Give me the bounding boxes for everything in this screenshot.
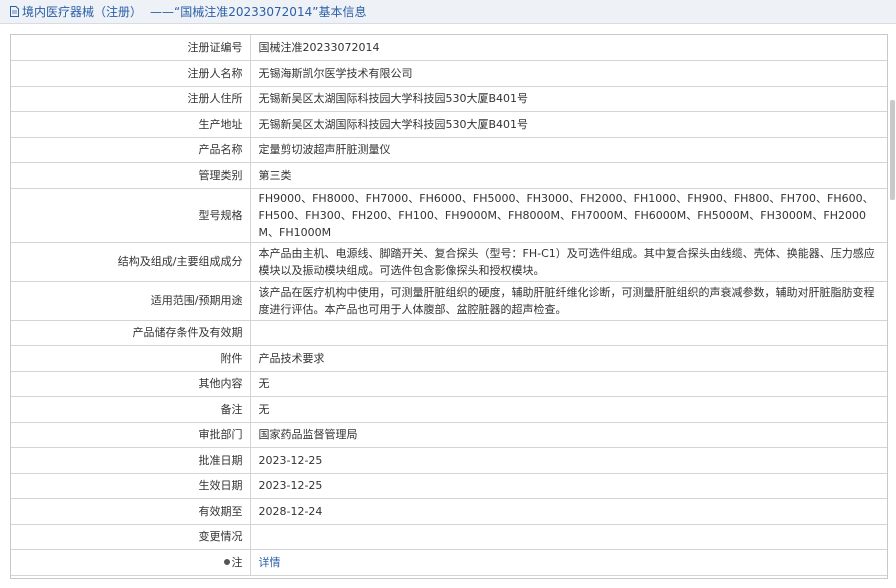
scrollbar-thumb[interactable] bbox=[890, 100, 895, 200]
row-value: 2023-12-25 bbox=[250, 447, 887, 474]
header-suffix: 基本信息 bbox=[318, 5, 367, 19]
row-label: 产品名称 bbox=[11, 137, 251, 163]
table-row: 附件 产品技术要求 bbox=[11, 345, 887, 372]
row-value: 无锡新吴区太湖国际科技园大学科技园530大厦B401号 bbox=[250, 86, 887, 112]
row-value: 产品技术要求 bbox=[250, 345, 887, 372]
row-label: 有效期至 bbox=[11, 498, 251, 525]
row-value: FH9000、FH8000、FH7000、FH6000、FH5000、FH300… bbox=[250, 188, 887, 243]
table-row: 适用范围/预期用途 该产品在医疗机构中使用，可测量肝脏组织的硬度，辅助肝脏纤维化… bbox=[11, 281, 887, 321]
table-row: 注册人名称 无锡海斯凯尔医学技术有限公司 bbox=[11, 60, 887, 87]
row-label: 批准日期 bbox=[11, 447, 251, 474]
document-icon bbox=[10, 6, 19, 17]
table-row: 生产地址 无锡新吴区太湖国际科技园大学科技园530大厦B401号 bbox=[11, 111, 887, 138]
row-label: 适用范围/预期用途 bbox=[11, 281, 251, 321]
row-label: 型号规格 bbox=[11, 188, 251, 243]
row-label: 注册人名称 bbox=[11, 60, 251, 87]
table-row: 型号规格 FH9000、FH8000、FH7000、FH6000、FH5000、… bbox=[11, 188, 887, 243]
row-label: 注册证编号 bbox=[11, 35, 251, 61]
table-row: 其他内容 无 bbox=[11, 371, 887, 397]
table-row: 产品名称 定量剪切波超声肝脏测量仪 bbox=[11, 137, 887, 163]
table-row: 结构及组成/主要组成成分 本产品由主机、电源线、脚踏开关、复合探头（型号：FH-… bbox=[11, 242, 887, 282]
row-label: 审批部门 bbox=[11, 422, 251, 448]
row-label: 附件 bbox=[11, 345, 251, 372]
detail-table: 注册证编号 国械注准20233072014 注册人名称 无锡海斯凯尔医学技术有限… bbox=[11, 35, 887, 576]
row-label: 注册人住所 bbox=[11, 86, 251, 112]
row-value: 2023-12-25 bbox=[250, 473, 887, 499]
note-bullet-icon bbox=[223, 558, 230, 565]
row-value: 本产品由主机、电源线、脚踏开关、复合探头（型号：FH-C1）及可选件组成。其中复… bbox=[250, 242, 887, 282]
row-value: 第三类 bbox=[250, 162, 887, 189]
row-label: 生产地址 bbox=[11, 111, 251, 138]
row-value: 国械注准20233072014 bbox=[250, 35, 887, 61]
row-value: 定量剪切波超声肝脏测量仪 bbox=[250, 137, 887, 163]
detail-panel: 注册证编号 国械注准20233072014 注册人名称 无锡海斯凯尔医学技术有限… bbox=[10, 34, 888, 579]
row-value bbox=[250, 320, 887, 346]
note-label-cell: 注 bbox=[11, 549, 251, 576]
table-row: 注册证编号 国械注准20233072014 bbox=[11, 35, 887, 61]
table-row: 批准日期 2023-12-25 bbox=[11, 447, 887, 474]
header-dash: —— bbox=[150, 4, 175, 19]
row-value: 2028-12-24 bbox=[250, 498, 887, 525]
row-value: 无锡新吴区太湖国际科技园大学科技园530大厦B401号 bbox=[250, 111, 887, 138]
row-label: 生效日期 bbox=[11, 473, 251, 499]
row-label: 结构及组成/主要组成成分 bbox=[11, 242, 251, 282]
table-row: 审批部门 国家药品监督管理局 bbox=[11, 422, 887, 448]
row-label: 变更情况 bbox=[11, 524, 251, 550]
note-label: 注 bbox=[231, 555, 243, 569]
table-row: 备注 无 bbox=[11, 396, 887, 423]
table-row: 变更情况 bbox=[11, 524, 887, 550]
details-link[interactable]: 详情 bbox=[259, 556, 281, 569]
header-section: 境内医疗器械（注册） bbox=[22, 5, 143, 19]
row-value: 该产品在医疗机构中使用，可测量肝脏组织的硬度，辅助肝脏纤维化诊断，可测量肝脏组织… bbox=[250, 281, 887, 321]
row-label: 备注 bbox=[11, 396, 251, 423]
table-row: 管理类别 第三类 bbox=[11, 162, 887, 189]
table-row: 有效期至 2028-12-24 bbox=[11, 498, 887, 525]
row-label: 其他内容 bbox=[11, 371, 251, 397]
table-row: 生效日期 2023-12-25 bbox=[11, 473, 887, 499]
table-row: 注册人住所 无锡新吴区太湖国际科技园大学科技园530大厦B401号 bbox=[11, 86, 887, 112]
row-value: 无 bbox=[250, 371, 887, 397]
header-record: “国械注准20233072014” bbox=[174, 5, 319, 19]
note-value-cell: 详情 bbox=[250, 549, 887, 576]
row-value: 无锡海斯凯尔医学技术有限公司 bbox=[250, 60, 887, 87]
page-header: 境内医疗器械（注册） —— “国械注准20233072014” 基本信息 bbox=[0, 0, 896, 24]
note-row: 注 详情 bbox=[11, 549, 887, 576]
row-value: 国家药品监督管理局 bbox=[250, 422, 887, 448]
row-value bbox=[250, 524, 887, 550]
row-label: 管理类别 bbox=[11, 162, 251, 189]
row-label: 产品储存条件及有效期 bbox=[11, 320, 251, 346]
table-row: 产品储存条件及有效期 bbox=[11, 320, 887, 346]
row-value: 无 bbox=[250, 396, 887, 423]
